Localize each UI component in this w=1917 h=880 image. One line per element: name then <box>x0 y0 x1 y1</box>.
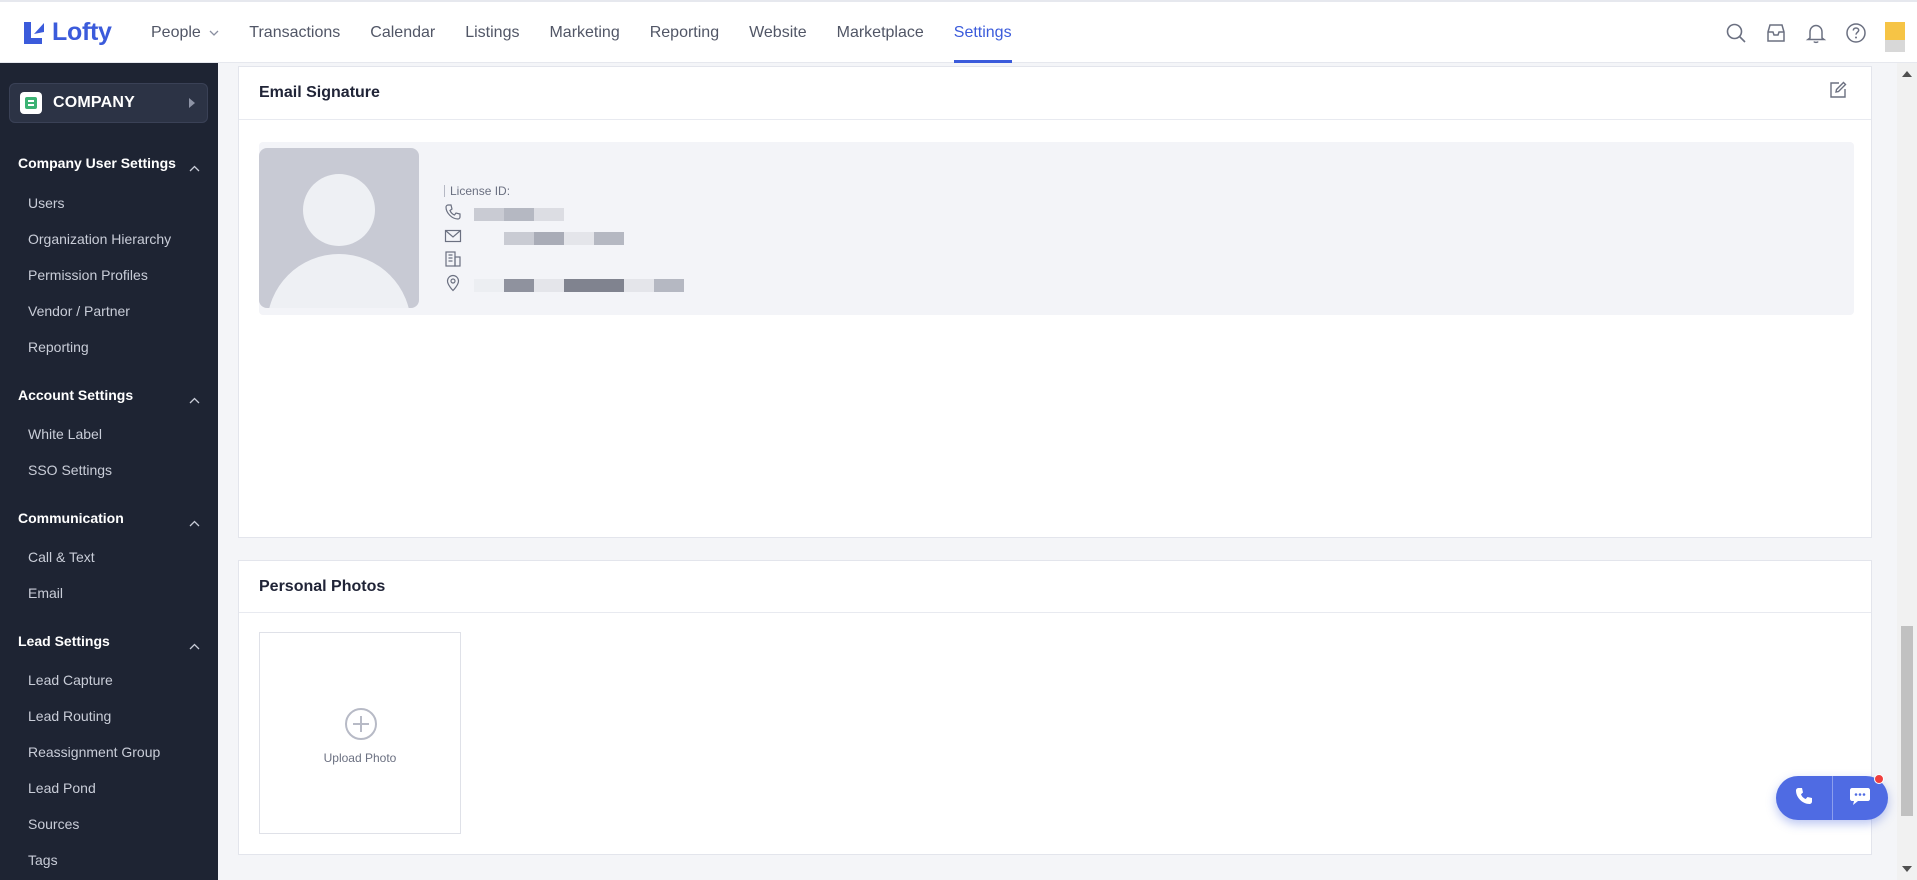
sidebar-item-organization-hierarchy[interactable]: Organization Hierarchy <box>28 231 171 247</box>
redacted-address <box>624 278 654 292</box>
sidebar-item-call-text[interactable]: Call & Text <box>28 549 95 565</box>
redacted-phone <box>504 207 534 221</box>
redacted-phone <box>474 207 504 221</box>
logo-text: Lofty <box>52 18 112 46</box>
chevron-up-icon[interactable] <box>189 159 200 177</box>
sidebar-item-reporting[interactable]: Reporting <box>28 339 89 355</box>
top-icon-group <box>1725 22 1867 44</box>
upload-photo-button[interactable]: Upload Photo <box>259 632 461 834</box>
call-button[interactable] <box>1776 776 1832 820</box>
help-icon[interactable] <box>1845 22 1867 44</box>
top-navigation-bar: Lofty People Transactions Calendar Listi… <box>0 0 1917 63</box>
inbox-icon[interactable] <box>1765 22 1787 44</box>
chevron-up-icon[interactable] <box>189 391 200 409</box>
sidebar-item-permission-profiles[interactable]: Permission Profiles <box>28 267 148 283</box>
sidebar-item-reassignment-group[interactable]: Reassignment Group <box>28 744 160 760</box>
plus-circle-icon <box>345 708 377 740</box>
avatar-head-shape <box>303 174 375 246</box>
scroll-down-arrow-icon[interactable] <box>1902 866 1912 872</box>
nav-reporting[interactable]: Reporting <box>650 2 719 63</box>
company-logo-icon <box>20 92 42 114</box>
user-avatar[interactable] <box>1885 22 1905 52</box>
redacted-email <box>594 231 624 245</box>
chevron-up-icon[interactable] <box>189 637 200 655</box>
notification-dot <box>1874 774 1884 784</box>
location-pin-icon <box>444 274 462 297</box>
company-switcher[interactable]: COMPANY <box>9 83 208 123</box>
redacted-email <box>504 231 534 245</box>
lofty-logo-icon <box>22 20 46 46</box>
nav-people-label: People <box>151 24 201 41</box>
lofty-logo[interactable]: Lofty <box>22 18 112 47</box>
redacted-phone <box>534 207 564 221</box>
signature-avatar-placeholder <box>259 148 419 308</box>
avatar-body-shape <box>267 254 411 308</box>
section-lead-settings[interactable]: Lead Settings <box>18 633 110 649</box>
redacted-address <box>504 278 534 292</box>
section-communication[interactable]: Communication <box>18 510 124 526</box>
nav-people[interactable]: People <box>151 2 219 63</box>
sidebar-item-sources[interactable]: Sources <box>28 816 79 832</box>
vertical-scrollbar[interactable] <box>1897 63 1917 880</box>
sidebar-item-lead-routing[interactable]: Lead Routing <box>28 708 111 724</box>
nav-transactions[interactable]: Transactions <box>249 2 340 63</box>
sidebar-item-users[interactable]: Users <box>28 195 65 211</box>
email-row <box>444 228 744 248</box>
license-line: License ID: <box>444 184 510 198</box>
section-company-user-settings[interactable]: Company User Settings <box>18 155 176 171</box>
sidebar-item-lead-capture[interactable]: Lead Capture <box>28 672 113 688</box>
phone-icon <box>444 203 462 226</box>
call-chat-widget <box>1776 774 1888 820</box>
edit-icon[interactable] <box>1829 81 1847 99</box>
personal-photos-card: Personal Photos Upload Photo <box>238 560 1872 855</box>
nav-listings[interactable]: Listings <box>465 2 519 63</box>
phone-icon <box>1794 786 1814 811</box>
email-signature-card: Email Signature License ID: <box>238 66 1872 538</box>
email-signature-title: Email Signature <box>259 84 380 101</box>
search-icon[interactable] <box>1725 22 1747 44</box>
license-label: License ID: <box>450 184 511 198</box>
bell-icon[interactable] <box>1805 22 1827 44</box>
main-nav: People Transactions Calendar Listings Ma… <box>151 2 1042 63</box>
nav-calendar[interactable]: Calendar <box>370 2 435 63</box>
signature-preview: License ID: <box>259 142 1854 315</box>
sidebar-item-email[interactable]: Email <box>28 585 63 601</box>
chevron-down-icon <box>209 2 219 63</box>
company-label: COMPANY <box>53 94 135 111</box>
nav-settings[interactable]: Settings <box>953 2 1012 63</box>
chevron-right-icon <box>189 98 195 108</box>
sidebar-item-sso-settings[interactable]: SSO Settings <box>28 462 112 478</box>
scroll-up-arrow-icon[interactable] <box>1902 71 1912 77</box>
nav-marketplace[interactable]: Marketplace <box>837 2 924 63</box>
scrollbar-thumb[interactable] <box>1901 626 1913 816</box>
sidebar-item-vendor-partner[interactable]: Vendor / Partner <box>28 303 130 319</box>
redacted-email <box>564 231 594 245</box>
nav-website[interactable]: Website <box>749 2 807 63</box>
license-separator <box>444 185 445 197</box>
chat-bubble-icon <box>1849 786 1871 811</box>
sidebar-item-white-label[interactable]: White Label <box>28 426 102 442</box>
signature-details: License ID: <box>444 184 684 292</box>
building-icon <box>444 250 462 273</box>
address-row <box>444 274 744 297</box>
chevron-up-icon[interactable] <box>189 514 200 532</box>
main-content: Email Signature License ID: Personal Pho… <box>218 63 1898 880</box>
personal-photos-title: Personal Photos <box>259 578 386 595</box>
redacted-address <box>654 278 684 292</box>
redacted-email <box>534 231 564 245</box>
sidebar-item-tags[interactable]: Tags <box>28 852 58 868</box>
redacted-address <box>564 278 624 292</box>
mail-icon <box>444 227 462 250</box>
office-row <box>444 250 744 273</box>
upload-photo-label: Upload Photo <box>323 751 397 765</box>
sidebar-item-lead-pond[interactable]: Lead Pond <box>28 780 96 796</box>
nav-marketing[interactable]: Marketing <box>549 2 619 63</box>
card-divider <box>239 612 1871 613</box>
redacted-address <box>474 278 504 292</box>
card-divider <box>239 119 1871 120</box>
settings-sidebar: COMPANY Company User Settings Users Orga… <box>0 63 218 880</box>
phone-row <box>444 203 744 226</box>
redacted-address <box>534 278 564 292</box>
section-account-settings[interactable]: Account Settings <box>18 387 133 403</box>
